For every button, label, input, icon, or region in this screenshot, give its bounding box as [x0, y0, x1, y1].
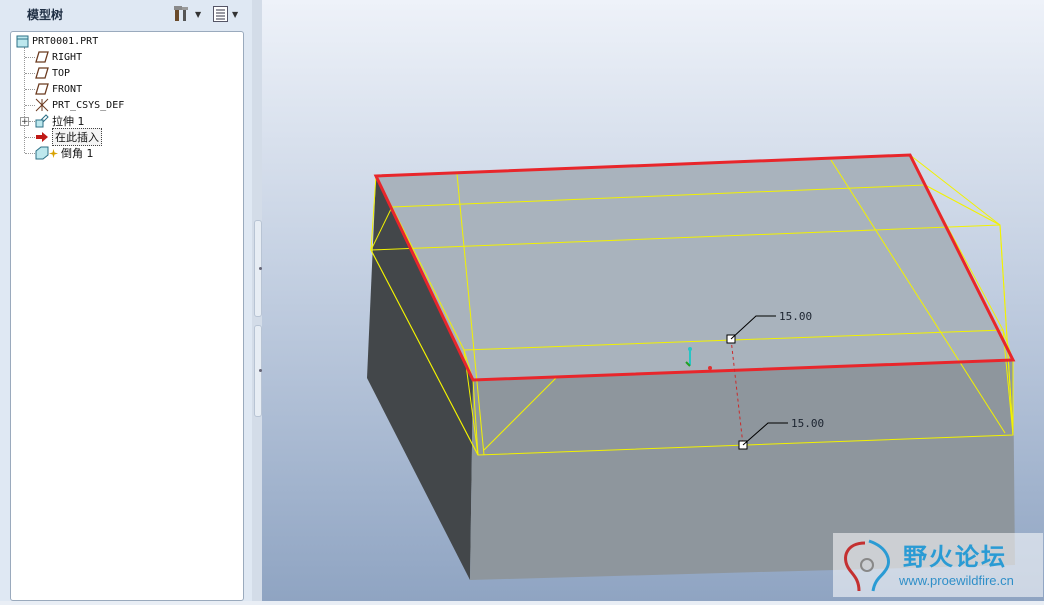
extrude-icon — [35, 114, 49, 128]
datum-plane-icon — [35, 66, 49, 80]
datum-plane-icon — [35, 50, 49, 64]
csys-marker — [688, 347, 692, 351]
tree-item-chamfer[interactable]: 倒角 1 — [35, 145, 94, 161]
tree-connector — [25, 89, 35, 90]
tree-connector — [25, 73, 35, 74]
show-menu-button[interactable]: ▼ — [212, 4, 238, 24]
list-icon — [213, 6, 228, 22]
tree-item-label: PRT_CSYS_DEF — [52, 99, 125, 111]
model-tree-panel: 模型树 ▼ ▼ PRT0001.PRT RIGHT TOP FRONT PRT_… — [0, 0, 252, 601]
watermark: 野火论坛 www.proewildfire.cn — [833, 533, 1043, 597]
insert-arrow-icon — [35, 130, 49, 144]
settings-menu-button[interactable]: ▼ — [173, 4, 201, 24]
part-icon — [15, 34, 29, 48]
tree-connector — [25, 137, 35, 138]
regenerate-pending-icon — [49, 146, 58, 160]
dimension-value-bottom[interactable]: 15.00 — [791, 417, 824, 430]
chamfer-icon — [35, 146, 49, 160]
tree-item-right-plane[interactable]: RIGHT — [35, 49, 82, 65]
tree-item-top-plane[interactable]: TOP — [35, 65, 70, 81]
datum-plane-icon — [35, 82, 49, 96]
tree-connector — [25, 105, 35, 106]
tree-item-label: RIGHT — [52, 51, 83, 63]
coordinate-system-icon — [35, 98, 49, 112]
splitter-grip[interactable] — [254, 220, 262, 317]
tree-item-extrude[interactable]: 拉伸 1 — [35, 113, 85, 129]
tree-item-insert-here[interactable]: 在此插入 — [35, 128, 102, 146]
panel-splitter[interactable] — [252, 0, 262, 601]
watermark-url: www.proewildfire.cn — [899, 573, 1014, 588]
model-view: 15.00 15.00 — [367, 153, 1016, 580]
model-tree: PRT0001.PRT RIGHT TOP FRONT PRT_CSYS_DEF… — [10, 31, 244, 601]
tree-item-label: 倒角 1 — [61, 147, 94, 160]
solid-top-face — [376, 155, 1013, 380]
tree-item-label: PRT0001.PRT — [32, 35, 99, 47]
model-tree-title: 模型树 — [27, 8, 64, 22]
tree-item-label: TOP — [52, 67, 71, 79]
tree-item-label: 拉伸 1 — [52, 115, 85, 128]
chevron-down-icon: ▼ — [195, 9, 202, 19]
splitter-grip[interactable] — [254, 325, 262, 417]
csys-marker — [708, 366, 712, 370]
tree-item-front-plane[interactable]: FRONT — [35, 81, 82, 97]
watermark-logo-icon — [844, 539, 890, 592]
tree-expand-toggle[interactable]: + — [20, 117, 29, 127]
tree-item-label: FRONT — [52, 83, 83, 95]
chevron-down-icon: ▼ — [232, 9, 239, 19]
tree-item-part[interactable]: PRT0001.PRT — [15, 33, 98, 49]
dimension-value-top[interactable]: 15.00 — [779, 310, 812, 323]
watermark-title: 野火论坛 — [903, 543, 1007, 571]
tree-item-csys[interactable]: PRT_CSYS_DEF — [35, 97, 124, 113]
tree-connector — [25, 153, 35, 154]
tree-item-label: 在此插入 — [52, 128, 102, 146]
tools-icon — [174, 6, 188, 21]
graphics-viewport[interactable]: 15.00 15.00 — [262, 0, 1044, 601]
model-tree-header: 模型树 ▼ ▼ — [0, 0, 252, 30]
tree-connector — [25, 57, 35, 58]
